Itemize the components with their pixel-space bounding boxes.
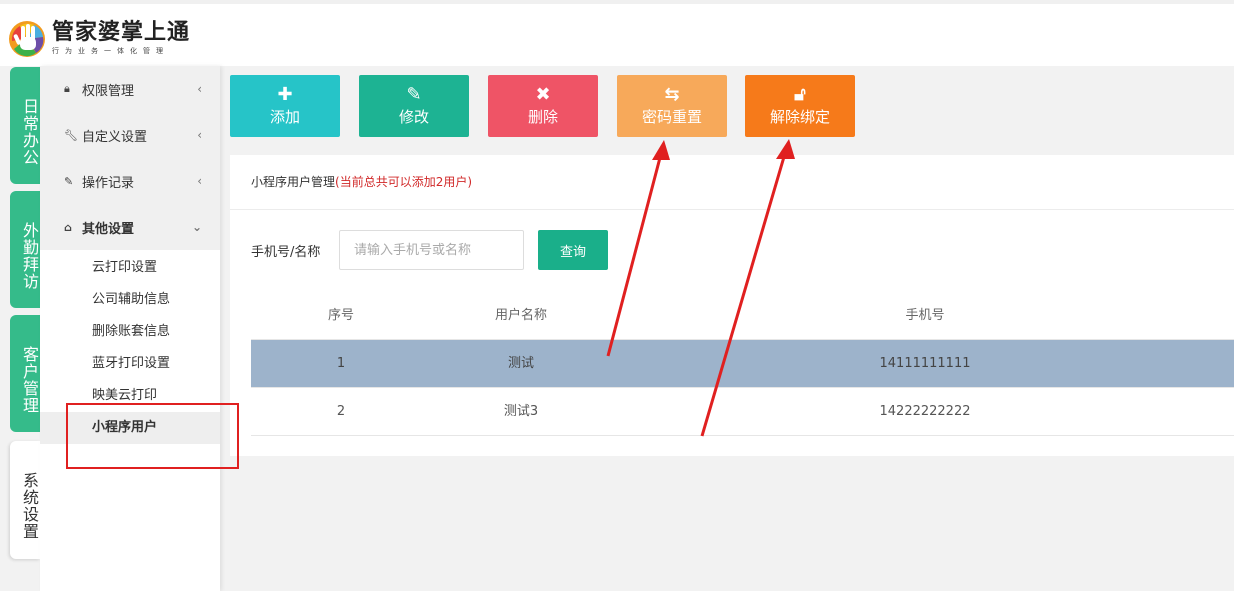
- menu-custom-settings[interactable]: 🔧︎ 自定义设置 ‹: [40, 112, 220, 158]
- pencil-icon: ✎: [406, 84, 422, 105]
- menu-label: 操作记录: [82, 175, 135, 191]
- edit-button-label: 修改: [398, 108, 429, 126]
- search-row: 手机号/名称 查询: [251, 230, 608, 270]
- vertical-tabs: 日常办公 外勤拜访 客户管理 系统设置: [0, 66, 40, 591]
- app-subtitle: 行为业务一体化管理: [52, 47, 169, 55]
- lock-icon: 🔒︎: [64, 82, 70, 95]
- unbind-button-label: 解除绑定: [769, 108, 830, 126]
- wrench-icon: 🔧︎: [64, 128, 78, 142]
- home-icon: ⌂: [64, 220, 72, 234]
- delete-button-label: 删除: [527, 108, 558, 126]
- menu-other-settings[interactable]: ⌂ 其他设置 ⌄: [40, 204, 220, 250]
- edit-icon: ✎: [64, 174, 74, 188]
- menu-label: 其他设置: [82, 221, 135, 237]
- plus-icon: ✚: [277, 84, 293, 105]
- query-button[interactable]: 查询: [538, 230, 608, 270]
- header-phone: 手机号: [905, 308, 945, 323]
- tab-customer-management[interactable]: 客户管理: [10, 315, 40, 432]
- search-input[interactable]: [339, 230, 524, 270]
- sidebar: 🔒︎ 权限管理 ‹ 🔧︎ 自定义设置 ‹ ✎ 操作记录 ‹ ⌂ 其他设置 ⌄ 云…: [40, 66, 220, 591]
- menu-label: 自定义设置: [82, 129, 148, 145]
- cell-phone: 14222222222: [879, 404, 971, 419]
- cell-phone: 14111111111: [879, 356, 971, 371]
- menu-label: 权限管理: [82, 83, 135, 99]
- panel-header: 小程序用户管理(当前总共可以添加2用户): [230, 155, 1234, 210]
- top-bar: 管家婆掌上通 行为业务一体化管理: [0, 0, 1234, 66]
- search-label: 手机号/名称: [251, 244, 321, 260]
- tab-daily-office[interactable]: 日常办公: [10, 67, 40, 184]
- submenu-delete-account-info[interactable]: 删除账套信息: [40, 316, 220, 348]
- table-row[interactable]: 2 测试3 14222222222: [251, 388, 1234, 436]
- edit-button[interactable]: ✎ 修改: [359, 75, 469, 137]
- chevron-left-icon: ‹: [197, 128, 202, 142]
- annotation-highlight-box: [66, 403, 239, 469]
- table-row[interactable]: 1 测试 14111111111: [251, 340, 1234, 388]
- app-title: 管家婆掌上通: [52, 20, 191, 45]
- menu-permission-management[interactable]: 🔒︎ 权限管理 ‹: [40, 66, 220, 112]
- chevron-left-icon: ‹: [197, 174, 202, 188]
- panel-title: 小程序用户管理: [251, 175, 336, 189]
- reset-password-button[interactable]: ⇆ 密码重置: [617, 75, 727, 137]
- cell-index: 1: [336, 356, 346, 371]
- submenu-company-aux-info[interactable]: 公司辅助信息: [40, 284, 220, 316]
- hand-logo-icon: [9, 21, 45, 57]
- tab-field-visit[interactable]: 外勤拜访: [10, 191, 40, 308]
- tab-system-settings[interactable]: 系统设置: [10, 441, 40, 559]
- delete-button[interactable]: ✖ 删除: [488, 75, 598, 137]
- header-index: 序号: [327, 308, 354, 323]
- table-header-row: 序号 用户名称 手机号: [251, 292, 1234, 340]
- app-logo: 管家婆掌上通 行为业务一体化管理: [6, 14, 190, 62]
- unbind-button[interactable]: 🔓︎ 解除绑定: [745, 75, 855, 137]
- panel-note: (当前总共可以添加2用户): [335, 175, 473, 189]
- cell-index: 2: [336, 404, 346, 419]
- reset-password-button-label: 密码重置: [641, 108, 702, 126]
- add-button-label: 添加: [269, 108, 300, 126]
- unlock-icon: 🔓︎: [794, 84, 806, 105]
- cell-user-name: 测试3: [503, 404, 539, 419]
- close-icon: ✖: [535, 84, 551, 105]
- submenu-cloud-print-settings[interactable]: 云打印设置: [40, 252, 220, 284]
- mini-program-users-panel: 小程序用户管理(当前总共可以添加2用户) 手机号/名称 查询 序号 用户名称 手…: [230, 155, 1234, 456]
- chevron-down-icon: ⌄: [191, 220, 202, 234]
- chevron-left-icon: ‹: [197, 82, 202, 96]
- submenu-bluetooth-print-settings[interactable]: 蓝牙打印设置: [40, 348, 220, 380]
- menu-operation-log[interactable]: ✎ 操作记录 ‹: [40, 158, 220, 204]
- add-button[interactable]: ✚ 添加: [230, 75, 340, 137]
- cell-user-name: 测试: [507, 356, 534, 371]
- header-user-name: 用户名称: [494, 308, 547, 323]
- refresh-icon: ⇆: [664, 84, 680, 105]
- users-table: 序号 用户名称 手机号 1 测试 14111111111 2 测试3 14222…: [251, 292, 1234, 436]
